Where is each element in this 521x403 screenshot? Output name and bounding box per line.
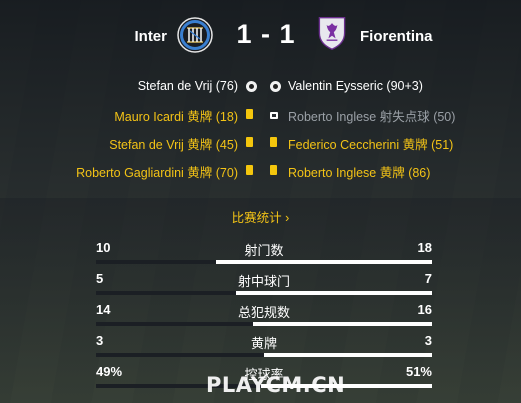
home-card-event[interactable]: Roberto Gagliardini 黄牌 (70): [76, 162, 238, 181]
home-share-fill: [96, 353, 264, 357]
away-card-event[interactable]: Roberto Inglese 黄牌 (86): [288, 162, 430, 181]
home-card-event[interactable]: Stefan de Vrij 黄牌 (45): [109, 134, 238, 153]
final-score: 1 - 1: [236, 19, 296, 49]
stat-row-shots-on-target: 5 射中球门 7: [96, 268, 432, 295]
yellow-card-icon: [246, 164, 253, 178]
stat-comparison-bar: [96, 260, 432, 264]
stat-comparison-bar: [96, 353, 432, 357]
stat-label: 射中球门: [237, 274, 290, 289]
fiorentina-crest-icon[interactable]: [314, 15, 350, 51]
stat-comparison-bar: [96, 291, 432, 295]
stat-comparison-bar: [96, 322, 432, 326]
home-share-fill: [96, 291, 237, 295]
home-card-event[interactable]: Mauro Icardi 黄牌 (18): [114, 106, 238, 125]
stat-label: 总犯规数: [237, 305, 290, 320]
match-stats-link[interactable]: 比赛统计 ›: [0, 207, 521, 226]
yellow-card-icon: [246, 108, 253, 122]
home-team-name[interactable]: Inter: [134, 28, 167, 45]
away-stat-value: 16: [417, 302, 432, 317]
event-row: Roberto Gagliardini 黄牌 (70) Roberto Ingl…: [0, 160, 521, 180]
away-stat-value: 7: [424, 271, 432, 286]
penalty-miss-icon: [270, 108, 278, 122]
yellow-card-icon: [270, 136, 277, 150]
home-share-fill: [96, 322, 253, 326]
watermark-logo: PLAYCM.CN: [206, 373, 346, 397]
stat-label: 黄牌: [250, 336, 277, 351]
inter-crest-icon[interactable]: [177, 17, 213, 53]
yellow-card-icon: [246, 136, 253, 150]
away-card-event[interactable]: Federico Ceccherini 黄牌 (51): [288, 134, 453, 153]
away-stat-value: 3: [424, 333, 432, 348]
away-goal-event[interactable]: Valentin Eysseric (90+3): [288, 79, 423, 93]
stat-row-yellow-cards: 3 黄牌 3: [96, 330, 432, 357]
ball-icon: [270, 81, 281, 95]
event-row: Mauro Icardi 黄牌 (18) Roberto Inglese 射失点…: [0, 104, 521, 124]
away-stat-value: 51%: [405, 364, 432, 379]
away-stat-value: 18: [417, 240, 432, 255]
home-goal-event[interactable]: Stefan de Vrij (76): [138, 79, 238, 93]
stat-row-fouls: 14 总犯规数 16: [96, 299, 432, 326]
event-row: Stefan de Vrij (76) Valentin Eysseric (9…: [0, 77, 521, 97]
yellow-card-icon: [270, 164, 277, 178]
home-share-fill: [96, 260, 216, 264]
away-team-name[interactable]: Fiorentina: [360, 28, 433, 45]
stat-row-shots: 10 射门数 18: [96, 237, 432, 264]
scoreline: Inter 1 - 1 Fiorentina: [0, 14, 521, 62]
ball-icon: [246, 81, 257, 95]
event-row: Stefan de Vrij 黄牌 (45) Federico Ceccheri…: [0, 132, 521, 152]
away-penalty-miss-event[interactable]: Roberto Inglese 射失点球 (50): [288, 106, 455, 125]
stat-label: 射门数: [244, 243, 284, 258]
